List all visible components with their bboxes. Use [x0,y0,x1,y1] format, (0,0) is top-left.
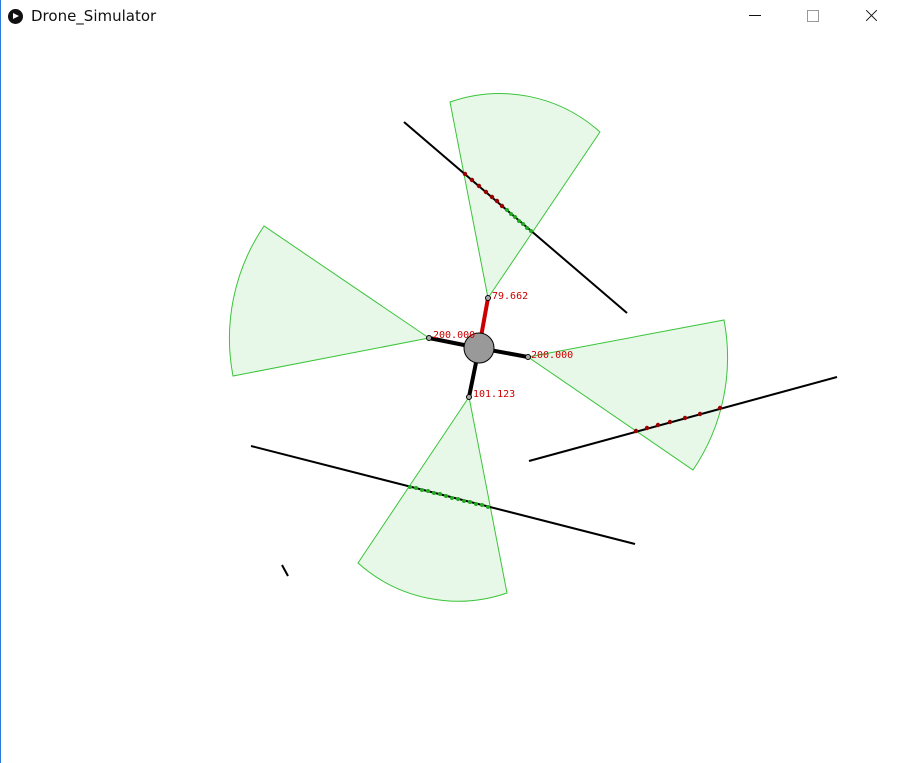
sensor-reading-up: 79.662 [492,291,528,302]
sensor-tip-right [525,354,531,360]
sensor-reading-down: 101.123 [473,389,515,400]
sensor-tip-up [485,295,491,301]
simulation-canvas: 79.662 200.000 200.000 101.123 [228,93,838,602]
sensor-tip-down [466,394,472,400]
sensor-reading-left: 200.000 [433,330,475,341]
sensor-cone-right [526,319,729,471]
sensor-reading-right: 200.000 [531,350,573,361]
drone-simulator-window: Drone_Simulator 79.662 200.000 200.000 1… [0,0,901,763]
sensor-cone-down [357,395,508,602]
wall-fragment [281,564,289,577]
sensor-cone-left [228,225,431,377]
sensor-tip-left [426,335,432,341]
sensor-cone-up [449,93,601,300]
